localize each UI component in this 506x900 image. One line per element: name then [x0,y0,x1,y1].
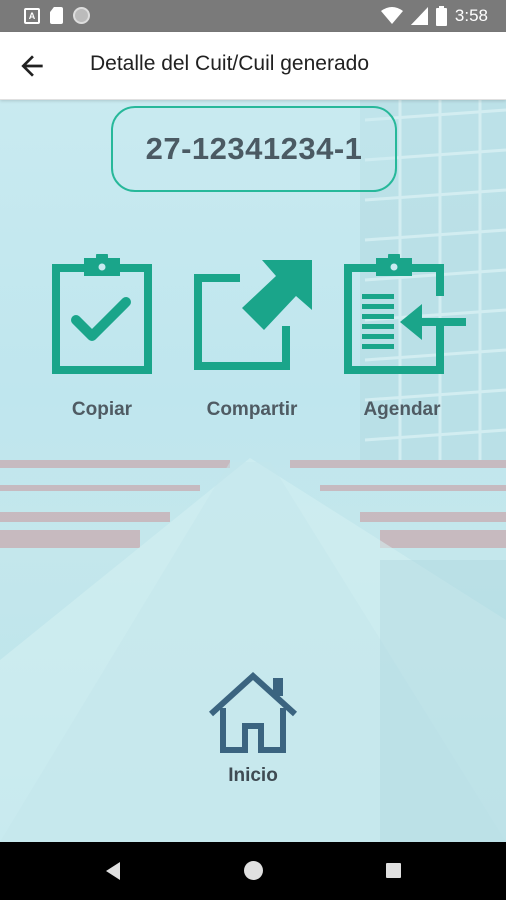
circle-notification-icon [73,7,90,24]
sd-card-icon [50,7,63,24]
cuit-value: 27-12341234-1 [145,131,363,166]
schedule-button[interactable]: Agendar [342,254,466,424]
back-nav-icon[interactable] [106,862,120,880]
share-button[interactable]: Compartir [192,254,312,424]
recents-nav-icon[interactable] [386,863,401,878]
status-time: 3:58 [454,6,488,25]
text-notification-icon: A [24,7,40,24]
clipboard-check-icon [52,254,152,374]
copy-label: Copiar [71,399,133,420]
system-nav-bar [0,842,506,900]
home-icon [208,671,298,753]
copy-button[interactable]: Copiar [42,254,162,424]
share-external-icon [194,260,312,370]
status-bar: A 3:58 [0,0,506,32]
signal-icon [410,7,428,25]
battery-icon [435,6,447,26]
schedule-label: Agendar [363,399,441,420]
clipboard-import-icon [344,254,466,374]
app-bar: Detalle del Cuit/Cuil generado [0,32,506,100]
home-nav-icon[interactable] [244,861,263,880]
main-content: 27-12341234-1 Copiar Compartir Agendar I… [0,100,506,842]
page-title: Detalle del Cuit/Cuil generado [90,52,369,75]
share-label: Compartir [206,399,298,420]
arrow-back-icon [21,55,43,77]
home-button[interactable]: Inicio [203,670,303,800]
wifi-icon [380,7,403,24]
home-label: Inicio [228,765,278,786]
cuit-display: 27-12341234-1 [111,106,397,192]
back-button[interactable] [16,50,48,82]
